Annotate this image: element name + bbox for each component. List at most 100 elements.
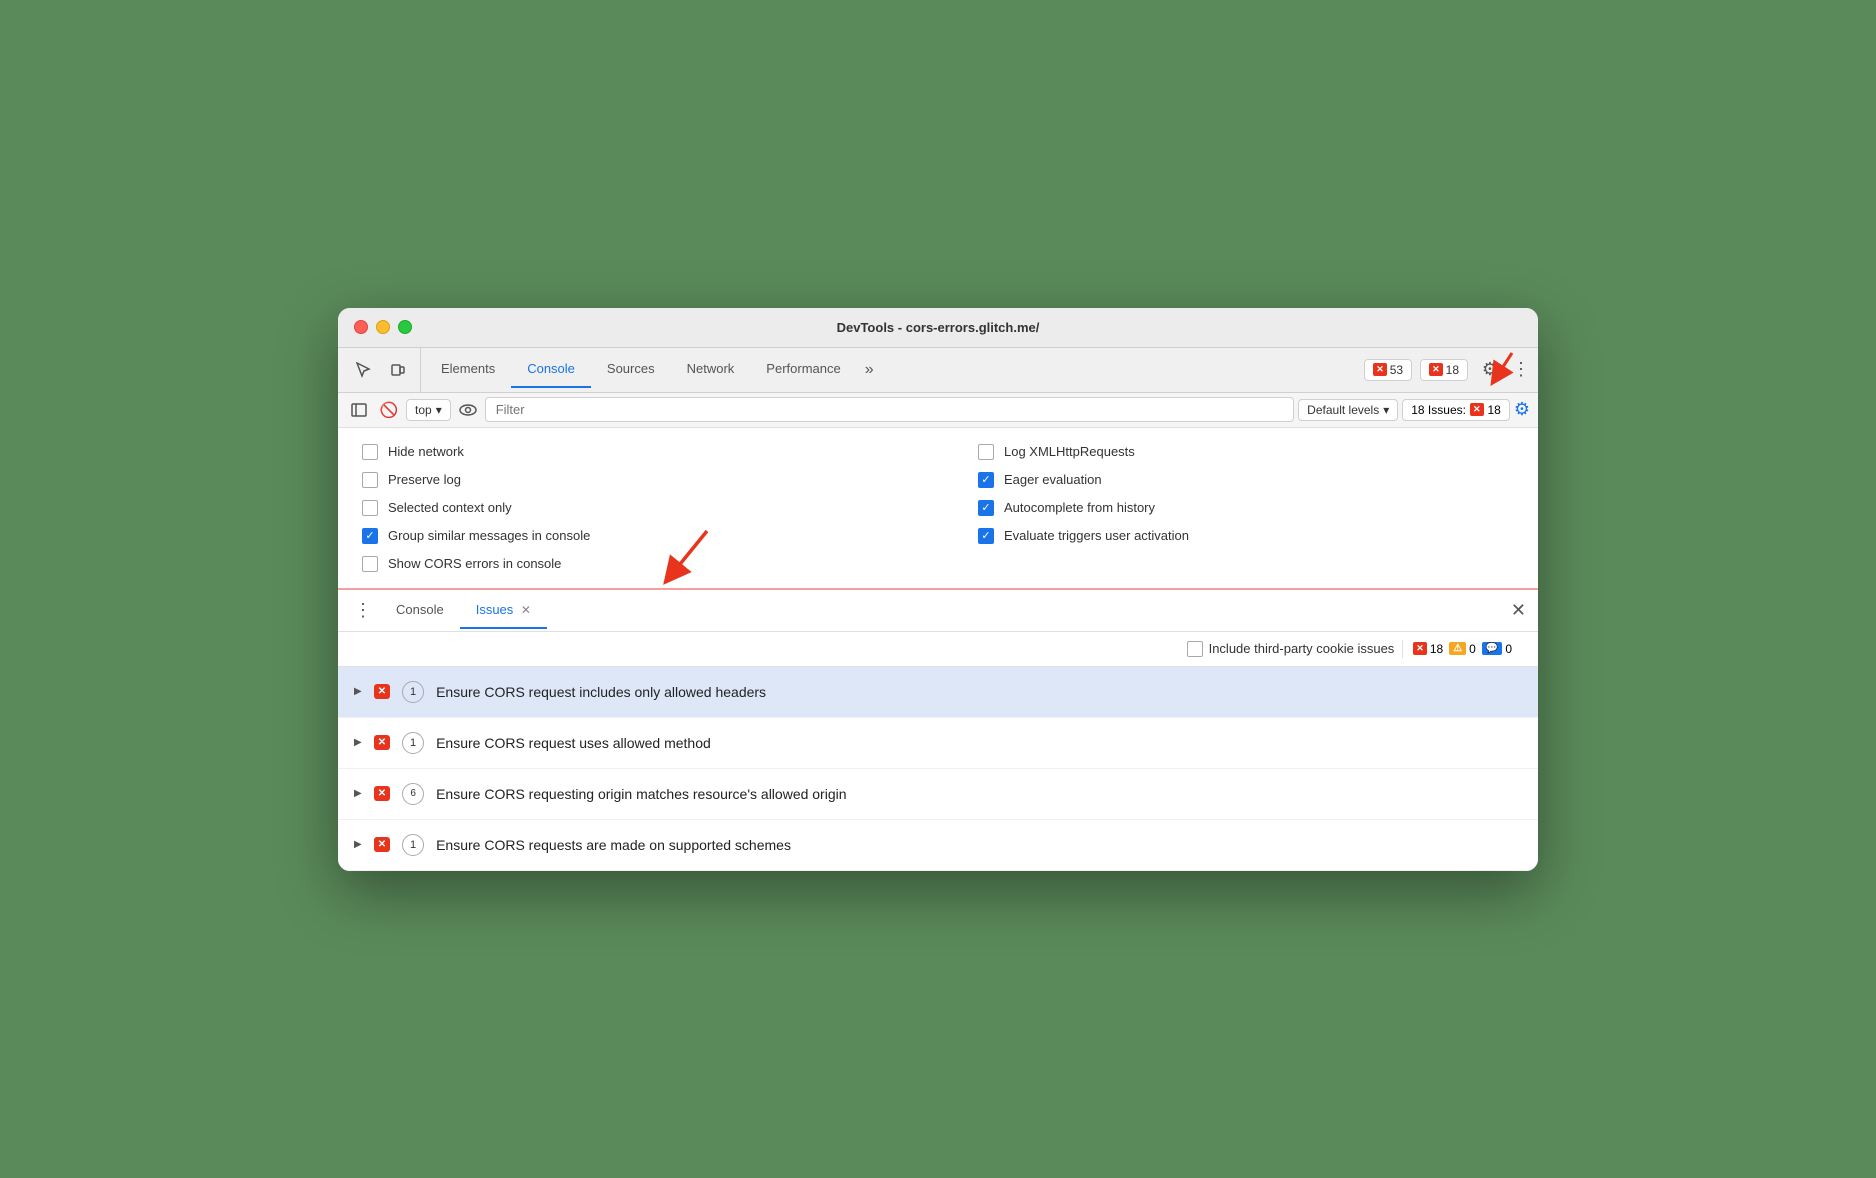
console-settings-gear[interactable]: ⚙ [1514, 399, 1530, 420]
error-count: 53 [1390, 363, 1403, 377]
issues-label: 18 Issues: [1411, 403, 1466, 417]
issues-count-badges: ✕ 18 ⚠ 0 💬 0 [1402, 640, 1522, 658]
issue-text-0: Ensure CORS request includes only allowe… [436, 684, 766, 700]
hide-network-row[interactable]: Hide network [362, 444, 898, 460]
tab-elements[interactable]: Elements [425, 351, 511, 388]
issues-tab-close[interactable]: ✕ [521, 603, 531, 617]
evaluate-triggers-row[interactable]: ✓ Evaluate triggers user activation [978, 528, 1514, 544]
tab-sources[interactable]: Sources [591, 351, 671, 388]
issues-info-icon: 💬 [1482, 642, 1502, 655]
log-xmlhttp-checkbox[interactable] [978, 444, 994, 460]
maximize-button[interactable] [398, 320, 412, 334]
tab-console[interactable]: Console [511, 351, 591, 388]
issue-error-icon-0: ✕ [374, 684, 390, 699]
context-label: top [415, 403, 432, 417]
preserve-log-checkbox[interactable] [362, 472, 378, 488]
context-selector[interactable]: top ▾ [406, 399, 451, 421]
bottom-more-button[interactable]: ⋮ [346, 590, 380, 631]
expand-arrow-0[interactable]: ▶ [354, 686, 362, 697]
autocomplete-history-row[interactable]: ✓ Autocomplete from history [978, 500, 1514, 516]
autocomplete-history-checkbox[interactable]: ✓ [978, 500, 994, 516]
issues-tab-label: Issues [476, 602, 514, 617]
include-cookie-option[interactable]: Include third-party cookie issues [1187, 641, 1395, 657]
preserve-log-row[interactable]: Preserve log [362, 472, 898, 488]
expand-arrow-2[interactable]: ▶ [354, 788, 362, 799]
expand-arrow-1[interactable]: ▶ [354, 737, 362, 748]
warning-x-icon: ✕ [1429, 363, 1443, 376]
window-title: DevTools - cors-errors.glitch.me/ [837, 320, 1040, 335]
tab-performance[interactable]: Performance [750, 351, 856, 388]
show-cors-checkbox[interactable] [362, 556, 378, 572]
preserve-log-label: Preserve log [388, 472, 461, 487]
issue-row-3[interactable]: ▶ ✕ 1 Ensure CORS requests are made on s… [338, 820, 1538, 871]
eye-icon-button[interactable] [455, 397, 481, 423]
title-bar: DevTools - cors-errors.glitch.me/ [338, 308, 1538, 348]
device-toolbar-icon[interactable] [384, 356, 412, 384]
tab-network[interactable]: Network [671, 351, 751, 388]
settings-gear-button[interactable]: ⚙ [1476, 356, 1504, 384]
issues-warning-badge: ⚠ 0 [1449, 642, 1476, 656]
group-similar-row[interactable]: ✓ Group similar messages in console [362, 528, 898, 544]
context-dropdown-icon: ▾ [436, 403, 442, 417]
issues-warning-icon: ⚠ [1449, 642, 1466, 655]
tab-icons [346, 348, 421, 392]
minimize-button[interactable] [376, 320, 390, 334]
evaluate-triggers-checkbox[interactable]: ✓ [978, 528, 994, 544]
issue-count-0: 1 [402, 681, 424, 703]
hide-network-checkbox[interactable] [362, 444, 378, 460]
tab-issues-bottom[interactable]: Issues ✕ [460, 592, 547, 629]
inspect-element-icon[interactable] [350, 356, 378, 384]
default-levels-label: Default levels [1307, 403, 1379, 417]
eager-eval-row[interactable]: ✓ Eager evaluation [978, 472, 1514, 488]
close-button[interactable] [354, 320, 368, 334]
issue-row-2[interactable]: ▶ ✕ 6 Ensure CORS requesting origin matc… [338, 769, 1538, 820]
bottom-panel: ⋮ Console Issues ✕ ✕ Include third-party… [338, 590, 1538, 871]
expand-arrow-3[interactable]: ▶ [354, 839, 362, 850]
main-tabs: Elements Console Sources Network Perform… [425, 351, 1364, 389]
close-panel-button[interactable]: ✕ [1511, 600, 1526, 621]
clear-console-button[interactable]: 🚫 [376, 397, 402, 423]
error-count-badge: ✕ 53 [1364, 359, 1412, 381]
sidebar-toggle-button[interactable] [346, 397, 372, 423]
issues-count: 18 [1488, 403, 1501, 417]
issues-warning-count: 0 [1469, 642, 1476, 656]
settings-right-column: Log XMLHttpRequests ✓ Eager evaluation ✓… [978, 444, 1514, 572]
issues-info-badge: 💬 0 [1482, 642, 1512, 656]
issues-error-count: 18 [1430, 642, 1443, 656]
issues-error-badge: ✕ 18 [1413, 642, 1443, 656]
levels-dropdown-icon: ▾ [1383, 403, 1389, 417]
log-xmlhttp-label: Log XMLHttpRequests [1004, 444, 1135, 459]
selected-context-checkbox[interactable] [362, 500, 378, 516]
log-xmlhttp-row[interactable]: Log XMLHttpRequests [978, 444, 1514, 460]
traffic-lights [354, 320, 412, 334]
group-similar-checkbox[interactable]: ✓ [362, 528, 378, 544]
hide-network-label: Hide network [388, 444, 464, 459]
tab-right-actions: ✕ 53 ✕ 18 ⚙ ⋮ [1364, 356, 1530, 384]
main-tabs-bar: Elements Console Sources Network Perform… [338, 348, 1538, 393]
eager-eval-checkbox[interactable]: ✓ [978, 472, 994, 488]
include-cookie-checkbox[interactable] [1187, 641, 1203, 657]
filter-input[interactable] [485, 397, 1294, 422]
issue-text-2: Ensure CORS requesting origin matches re… [436, 786, 846, 802]
show-cors-row[interactable]: Show CORS errors in console [362, 556, 898, 572]
issue-row-0[interactable]: ▶ ✕ 1 Ensure CORS request includes only … [338, 667, 1538, 718]
issues-count-badge[interactable]: 18 Issues: ✕ 18 [1402, 399, 1510, 421]
autocomplete-history-label: Autocomplete from history [1004, 500, 1155, 515]
issues-list: ▶ ✕ 1 Ensure CORS request includes only … [338, 667, 1538, 871]
group-similar-label: Group similar messages in console [388, 528, 590, 543]
issues-info-count: 0 [1505, 642, 1512, 656]
default-levels-dropdown[interactable]: Default levels ▾ [1298, 399, 1398, 421]
eager-eval-label: Eager evaluation [1004, 472, 1102, 487]
issues-filter-bar: Include third-party cookie issues ✕ 18 ⚠… [338, 632, 1538, 667]
issue-row-1[interactable]: ▶ ✕ 1 Ensure CORS request uses allowed m… [338, 718, 1538, 769]
selected-context-row[interactable]: Selected context only [362, 500, 898, 516]
tab-console-bottom[interactable]: Console [380, 592, 460, 629]
gear-container: ⚙ [1476, 356, 1504, 384]
more-options-button[interactable]: ⋮ [1512, 359, 1530, 380]
console-toolbar: 🚫 top ▾ Default levels ▾ 18 Issues: ✕ 18… [338, 393, 1538, 428]
tab-more-button[interactable]: » [857, 351, 882, 389]
issue-text-1: Ensure CORS request uses allowed method [436, 735, 711, 751]
issues-error-icon: ✕ [1470, 403, 1484, 416]
selected-context-label: Selected context only [388, 500, 512, 515]
issue-count-1: 1 [402, 732, 424, 754]
